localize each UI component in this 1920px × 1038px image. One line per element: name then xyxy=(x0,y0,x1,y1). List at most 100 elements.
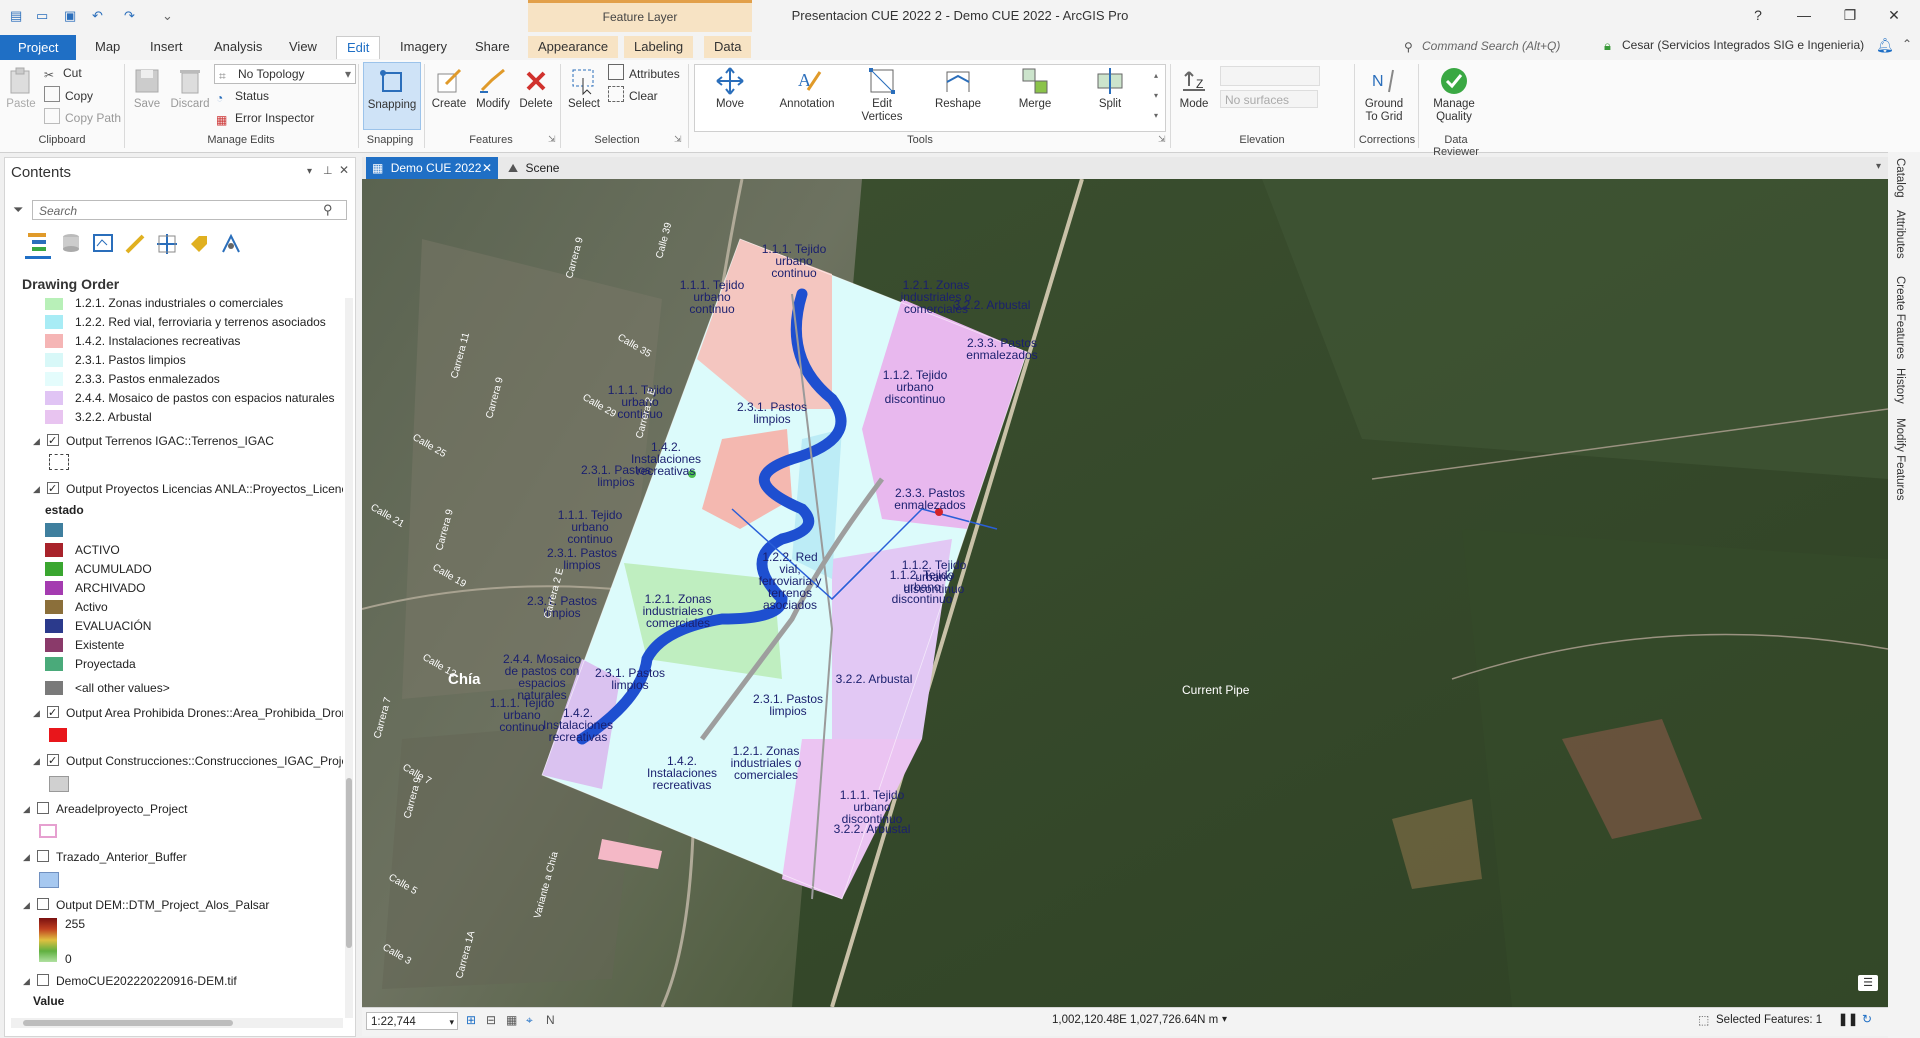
pane-menu-icon[interactable]: ▾ xyxy=(307,166,312,177)
map-view[interactable]: 1.1.1. Tejido urbano continuo 1.1.1. Tejid… xyxy=(362,179,1888,1007)
customize-toolbar-icon[interactable]: ⌄ xyxy=(162,8,173,24)
save-project-icon[interactable]: ▣ xyxy=(64,8,76,24)
layer-visibility-checkbox[interactable] xyxy=(47,752,59,770)
edit-vertices-tool[interactable]: Edit Vertices xyxy=(852,66,912,124)
layer-trazado[interactable]: ◢ Trazado_Anterior_Buffer xyxy=(21,848,343,866)
close-pane-icon[interactable]: ✕ xyxy=(339,163,349,177)
view-menu-icon[interactable]: ▾ xyxy=(1876,161,1881,172)
expand-triangle-icon[interactable]: ◢ xyxy=(33,432,40,450)
minimize-button[interactable]: — xyxy=(1784,4,1824,26)
layer-visibility-checkbox[interactable] xyxy=(47,480,59,498)
select-button[interactable]: Select xyxy=(564,66,604,110)
expand-triangle-icon[interactable]: ◢ xyxy=(33,480,40,498)
list-by-labeling-button[interactable] xyxy=(187,232,211,257)
tab-scene-view[interactable]: ⛰︎ Scene xyxy=(508,157,559,179)
help-button[interactable]: ? xyxy=(1738,4,1778,26)
attributes-button[interactable]: Attributes xyxy=(608,64,680,82)
tab-edit[interactable]: Edit xyxy=(336,36,381,59)
expand-triangle-icon[interactable]: ◢ xyxy=(23,896,30,914)
tab-analysis[interactable]: Analysis xyxy=(204,36,272,58)
move-tool[interactable]: Move xyxy=(700,66,760,110)
snapping-button[interactable]: Snapping xyxy=(363,62,421,130)
error-inspector-button[interactable]: ▦ Error Inspector xyxy=(216,109,314,127)
layer-visibility-checkbox[interactable] xyxy=(47,704,59,722)
map-tips-icon[interactable]: ☰ xyxy=(1858,975,1878,991)
tab-labeling[interactable]: Labeling xyxy=(624,36,694,58)
surfaces-dropdown[interactable]: No surfaces xyxy=(1220,90,1318,108)
annotation-tool[interactable]: A Annotation xyxy=(772,66,842,110)
layer-visibility-checkbox[interactable] xyxy=(37,898,49,910)
modify-features-button[interactable]: Modify xyxy=(472,66,514,110)
tab-project[interactable]: Project xyxy=(0,35,77,60)
selected-features-count[interactable]: Selected Features: 1 xyxy=(1716,1014,1822,1026)
status-button[interactable]: ◔ Status xyxy=(216,87,269,105)
close-window-button[interactable]: ✕ xyxy=(1874,4,1914,26)
list-by-snapping-button[interactable] xyxy=(155,232,179,257)
copy-button[interactable]: Copy xyxy=(44,86,93,104)
scale-dropdown[interactable]: 1:22,744 ▾ xyxy=(366,1012,458,1030)
split-tool[interactable]: Split xyxy=(1080,66,1140,110)
tab-attributes-pane[interactable]: Attributes xyxy=(1894,210,1906,259)
contents-search-input[interactable]: Search xyxy=(32,200,347,220)
user-account[interactable]: Cesar (Servicios Integrados SIG e Ingeni… xyxy=(1622,38,1864,52)
list-by-perspective-button[interactable] xyxy=(219,232,243,257)
list-by-editing-button[interactable] xyxy=(123,232,147,257)
layer-demcue[interactable]: ◢ DemoCUE202220220916-DEM.tif xyxy=(21,972,343,990)
list-by-source-button[interactable] xyxy=(59,232,83,257)
ground-to-grid-button[interactable]: N Ground To Grid xyxy=(1358,66,1410,124)
list-by-drawing-order-button[interactable] xyxy=(25,230,51,259)
tab-map-view[interactable]: ▦ Demo CUE 2022 ✕ xyxy=(366,157,498,179)
notifications-icon[interactable]: 🔔︎ xyxy=(1876,37,1894,54)
expand-triangle-icon[interactable]: ◢ xyxy=(33,752,40,770)
table-icon[interactable]: ▦ xyxy=(506,1013,517,1027)
horizontal-scrollbar[interactable] xyxy=(11,1018,343,1028)
expand-triangle-icon[interactable]: ◢ xyxy=(23,972,30,990)
discard-edits-button[interactable]: Discard xyxy=(168,66,212,110)
layer-proyectos[interactable]: ◢ Output Proyectos Licencias ANLA::Proyec… xyxy=(31,480,343,498)
tab-data[interactable]: Data xyxy=(704,36,752,58)
layer-visibility-checkbox[interactable] xyxy=(37,850,49,862)
elevation-value-input[interactable] xyxy=(1220,66,1320,86)
tab-appearance[interactable]: Appearance xyxy=(528,36,619,58)
scrollbar-thumb[interactable] xyxy=(346,778,352,948)
layer-dem[interactable]: ◢ Output DEM::DTM_Project_Alos_Palsar xyxy=(21,896,343,914)
merge-tool[interactable]: Merge xyxy=(1005,66,1065,110)
refresh-icon[interactable]: ↻ xyxy=(1862,1012,1872,1026)
tab-modify-features-pane[interactable]: Modify Features xyxy=(1894,418,1906,500)
expand-triangle-icon[interactable]: ◢ xyxy=(23,800,30,818)
dialog-launcher-icon[interactable]: ⇲ xyxy=(674,134,682,145)
expand-triangle-icon[interactable]: ◢ xyxy=(23,848,30,866)
search-icon[interactable]: ⚲ xyxy=(323,202,333,218)
expand-triangle-icon[interactable]: ◢ xyxy=(33,704,40,722)
tab-view[interactable]: View xyxy=(279,36,327,58)
save-edits-button[interactable]: Save xyxy=(130,66,164,110)
copy-path-button[interactable]: Copy Path xyxy=(44,108,121,126)
vertical-scrollbar[interactable] xyxy=(345,298,353,1018)
pause-icon[interactable]: ❚❚ xyxy=(1838,1012,1858,1026)
list-by-selection-button[interactable] xyxy=(91,232,115,257)
north-arrow-icon[interactable]: N xyxy=(546,1013,555,1027)
command-search-input[interactable]: Command Search (Alt+Q) xyxy=(1422,36,1612,56)
gallery-scroll[interactable]: ▴ ▾ ▾ xyxy=(1150,66,1162,128)
reshape-tool[interactable]: Reshape xyxy=(928,66,988,110)
create-features-button[interactable]: Create xyxy=(428,66,470,110)
restore-button[interactable]: ❐ xyxy=(1830,4,1870,26)
redo-icon[interactable]: ↷ xyxy=(124,8,135,24)
layer-visibility-checkbox[interactable] xyxy=(47,432,59,450)
layer-drones[interactable]: ◢ Output Area Prohibida Drones::Area_Proh… xyxy=(31,704,343,722)
filter-icon[interactable]: ⏷ xyxy=(13,202,23,218)
pin-icon[interactable]: ⊥ xyxy=(323,164,333,177)
paste-button[interactable]: Paste xyxy=(6,66,36,110)
dialog-launcher-icon[interactable]: ⇲ xyxy=(1158,134,1166,145)
layer-areadelproyecto[interactable]: ◢ Areadelproyecto_Project xyxy=(21,800,343,818)
tab-map[interactable]: Map xyxy=(85,36,130,58)
dialog-launcher-icon[interactable]: ⇲ xyxy=(548,134,556,145)
layer-terrenos[interactable]: ◢ Output Terrenos IGAC::Terrenos_IGAC xyxy=(31,432,343,450)
layer-visibility-checkbox[interactable] xyxy=(37,802,49,814)
cut-button[interactable]: ✂ Cut xyxy=(44,64,82,82)
collapse-ribbon-icon[interactable]: ⌃ xyxy=(1902,37,1912,51)
tab-history-pane[interactable]: History xyxy=(1894,368,1906,404)
tab-create-features-pane[interactable]: Create Features xyxy=(1894,276,1906,359)
layer-visibility-checkbox[interactable] xyxy=(37,974,49,986)
new-project-icon[interactable]: ▤ xyxy=(10,8,22,24)
